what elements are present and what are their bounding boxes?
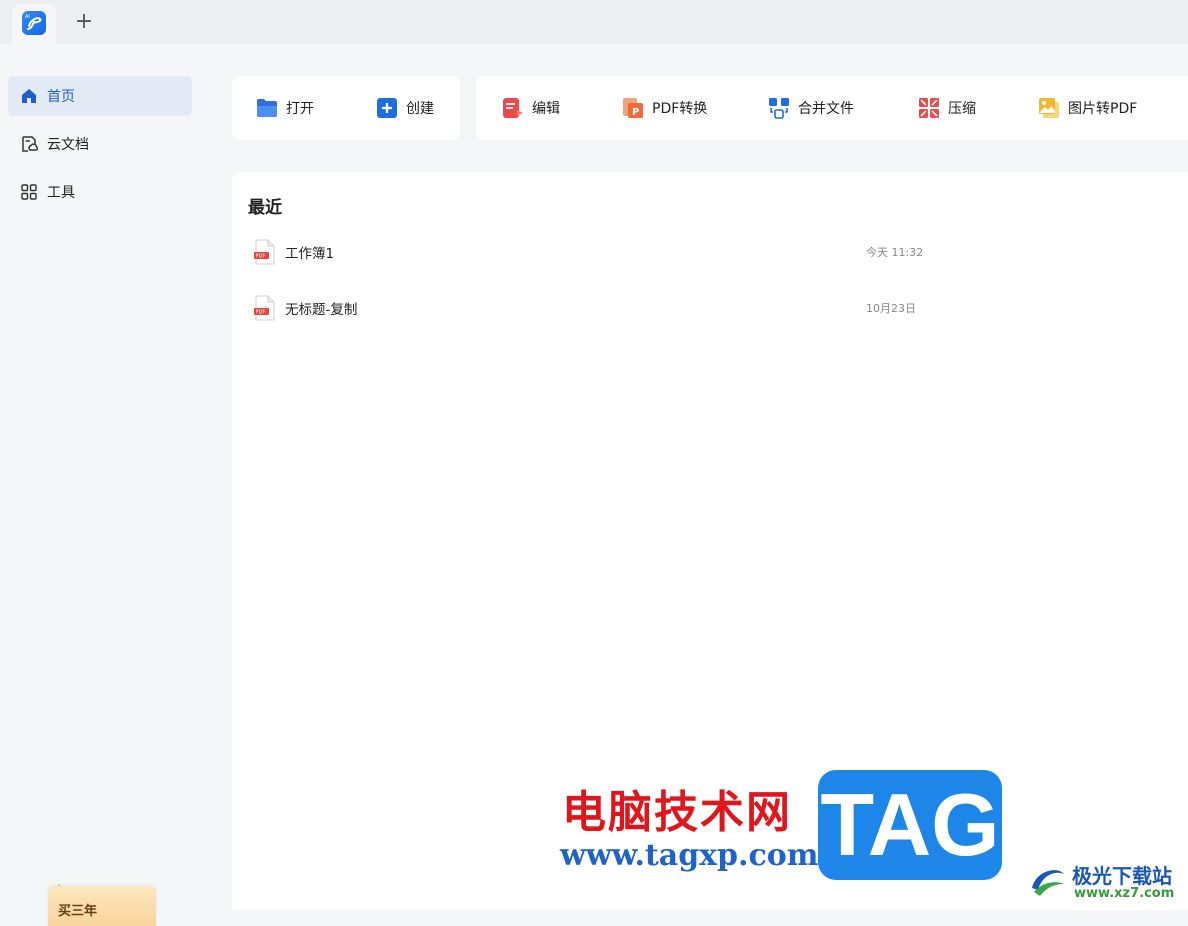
- svg-text:AI: AI: [25, 14, 30, 20]
- create-label: 创建: [406, 101, 434, 117]
- home-tab[interactable]: AI: [12, 4, 56, 44]
- compress-label: 压缩: [948, 101, 976, 117]
- folder-icon: [256, 97, 278, 119]
- merge-icon: [768, 97, 790, 119]
- recent-file-row[interactable]: PDF 工作簿1 今天 11:32: [248, 232, 936, 272]
- pdf-convert-label: PDF转换: [652, 101, 708, 117]
- file-name: 工作簿1: [285, 246, 335, 262]
- sidebar: 首页 云文档 工具: [0, 44, 200, 910]
- plus-square-icon: [376, 97, 398, 119]
- sidebar-item-label: 云文档: [47, 137, 89, 153]
- sidebar-item-label: 首页: [47, 89, 75, 105]
- open-button[interactable]: 打开: [256, 76, 314, 140]
- cloud-doc-icon: [19, 134, 39, 154]
- file-time: 10月23日: [866, 302, 916, 315]
- edit-button[interactable]: 编辑: [502, 76, 560, 140]
- compress-button[interactable]: 压缩: [918, 76, 976, 140]
- svg-text:P: P: [632, 107, 639, 118]
- watermark-secondary-name: 极光下载站: [1072, 864, 1172, 888]
- sidebar-item-label: 工具: [47, 185, 75, 201]
- file-name: 无标题-复制: [285, 302, 358, 318]
- watermark-url: www.tagxp.com: [560, 838, 819, 873]
- open-label: 打开: [286, 101, 314, 117]
- image-to-pdf-button[interactable]: 图片转PDF: [1038, 76, 1137, 140]
- sidebar-item-cloud-docs[interactable]: 云文档: [8, 124, 192, 164]
- app-logo-icon: AI: [22, 11, 46, 35]
- title-bar: AI +: [0, 0, 1188, 44]
- watermark-tag-logo: TAG: [818, 770, 1002, 880]
- file-time: 今天 11:32: [866, 246, 924, 259]
- pdf-file-icon: PDF: [254, 295, 278, 321]
- svg-text:PDF: PDF: [256, 254, 266, 260]
- image-icon: [1038, 97, 1060, 119]
- recent-file-row[interactable]: PDF 无标题-复制 10月23日: [248, 288, 936, 328]
- sidebar-item-tools[interactable]: 工具: [8, 172, 192, 212]
- svg-text:PDF: PDF: [256, 310, 266, 316]
- watermark-site-name: 电脑技术网: [562, 787, 792, 838]
- merge-files-button[interactable]: 合并文件: [768, 76, 854, 140]
- home-icon: [19, 86, 39, 106]
- pdf-convert-icon: P: [622, 97, 644, 119]
- grid-tools-icon: [19, 182, 39, 202]
- recent-title: 最近: [248, 198, 282, 218]
- tools-card: 编辑 P PDF转换 合并文件 压缩 图片转PDF: [476, 76, 1188, 140]
- create-button[interactable]: 创建: [376, 76, 434, 140]
- watermark-secondary-url: www.xz7.com: [1074, 886, 1175, 901]
- promo-banner[interactable]: 买三年: [48, 886, 156, 926]
- pdf-convert-button[interactable]: P PDF转换: [622, 76, 707, 140]
- watermark-secondary: 极光下载站 www.xz7.com: [1028, 856, 1188, 906]
- compress-icon: [918, 97, 940, 119]
- merge-files-label: 合并文件: [798, 101, 854, 117]
- image-to-pdf-label: 图片转PDF: [1068, 101, 1138, 117]
- edit-label: 编辑: [532, 101, 560, 117]
- sidebar-item-home[interactable]: 首页: [8, 76, 192, 116]
- file-actions-card: 打开 创建: [232, 76, 460, 140]
- pdf-file-icon: PDF: [254, 239, 278, 265]
- new-tab-button[interactable]: +: [72, 10, 96, 34]
- edit-doc-icon: [502, 97, 524, 119]
- aurora-logo-icon: [1028, 860, 1068, 904]
